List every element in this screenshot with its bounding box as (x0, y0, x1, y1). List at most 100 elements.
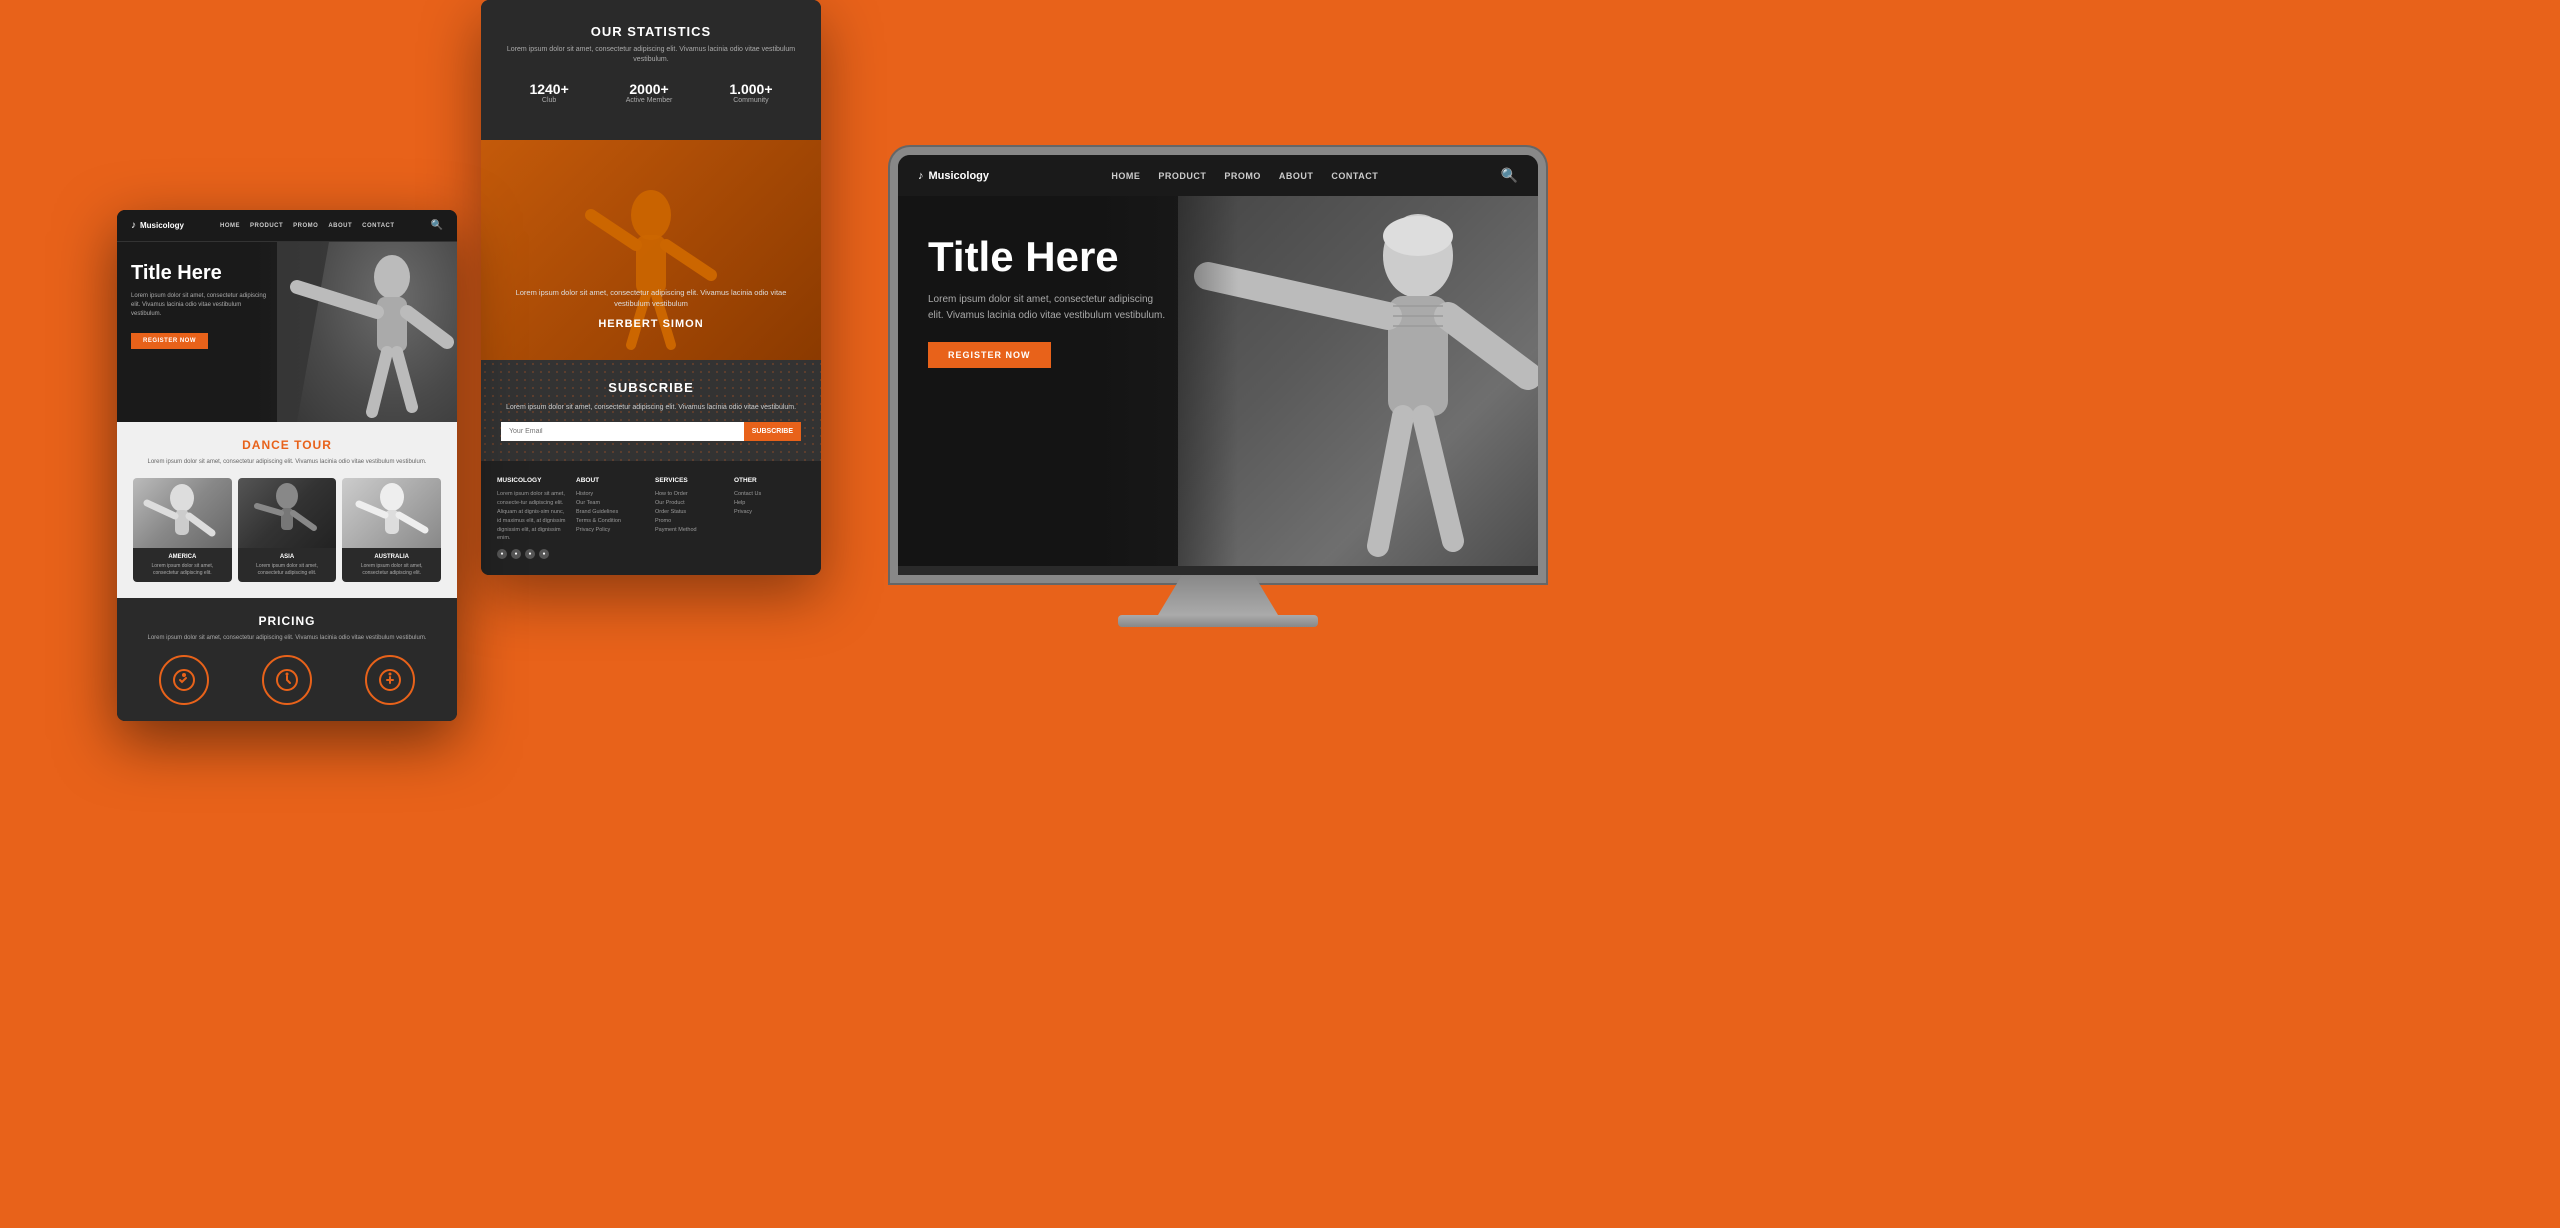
tour-card-asia-desc: Lorem ipsum dolor sit amet, consectetur … (244, 563, 331, 576)
subscribe-section: SUBSCRIBE Lorem ipsum dolor sit amet, co… (481, 360, 821, 462)
australia-person (342, 478, 441, 548)
stats-description: Lorem ipsum dolor sit amet, consectetur … (501, 45, 801, 65)
social-facebook[interactable]: ● (511, 549, 521, 559)
tour-card-asia-title: ASIA (244, 554, 331, 560)
desktop-hero: Title Here Lorem ipsum dolor sit amet, c… (898, 196, 1538, 566)
footer-musicology-title: MUSICOLOGY (497, 477, 568, 484)
tour-card-america: AMERICA Lorem ipsum dolor sit amet, cons… (133, 478, 232, 582)
desktop-nav-links: HOME PRODUCT PROMO ABOUT CONTACT (1111, 171, 1378, 181)
email-input[interactable] (501, 422, 744, 441)
desktop-hero-description: Lorem ipsum dolor sit amet, consectetur … (928, 292, 1168, 324)
social-instagram[interactable]: ● (497, 549, 507, 559)
tour-card-america-img (133, 478, 232, 548)
footer-col-other: OTHER Contact Us Help Privacy (734, 477, 805, 559)
footer-col-about: ABOUT History Our Team Brand Guidelines … (576, 477, 647, 559)
tour-cards: AMERICA Lorem ipsum dolor sit amet, cons… (133, 478, 441, 582)
footer-about-terms[interactable]: Terms & Condition (576, 517, 647, 526)
phone-logo: ♪ Musicology (131, 220, 184, 231)
desktop-hero-content: Title Here Lorem ipsum dolor sit amet, c… (928, 236, 1168, 368)
phone-register-button[interactable]: REGISTER NOW (131, 333, 208, 349)
phone-search-icon[interactable]: 🔍 (431, 220, 443, 231)
desktop-nav-home[interactable]: HOME (1111, 171, 1140, 181)
mobile-hero-description: Lorem ipsum dolor sit amet, consectetur … (481, 287, 821, 310)
tour-card-australia: AUSTRALIA Lorem ipsum dolor sit amet, co… (342, 478, 441, 582)
tour-card-australia-info: AUSTRALIA Lorem ipsum dolor sit amet, co… (342, 548, 441, 582)
social-twitter[interactable]: ● (525, 549, 535, 559)
footer-other-privacy[interactable]: Privacy (734, 508, 805, 517)
phone-nav-home[interactable]: HOME (220, 223, 240, 229)
stat-club: 1240+ Club (529, 81, 568, 104)
footer-services-promo[interactable]: Promo (655, 517, 726, 526)
footer-other-title: OTHER (734, 477, 805, 484)
music-note-icon: ♪ (131, 220, 136, 231)
footer-col-services: SERVICES How to Order Our Product Order … (655, 477, 726, 559)
footer-services-how[interactable]: How to Order (655, 490, 726, 499)
phone-nav-product[interactable]: PRODUCT (250, 223, 283, 229)
footer-services-order[interactable]: Order Status (655, 508, 726, 517)
tour-card-america-desc: Lorem ipsum dolor sit amet, consectetur … (139, 563, 226, 576)
pricing-title: PRICING (133, 614, 441, 628)
footer-services-payment[interactable]: Payment Method (655, 526, 726, 535)
tour-card-asia-img (238, 478, 337, 548)
footer-about-privacy[interactable]: Privacy Policy (576, 526, 647, 535)
desktop-nav-promo[interactable]: PROMO (1224, 171, 1261, 181)
mobile-hero-name: HERBERT SIMON (481, 318, 821, 330)
desktop-nav-product[interactable]: PRODUCT (1158, 171, 1206, 181)
stat-community: 1.000+ Community (729, 81, 772, 104)
pricing-description: Lorem ipsum dolor sit amet, consectetur … (133, 634, 441, 642)
desktop-register-button[interactable]: REGISTER NOW (928, 342, 1051, 368)
phone-hero-title: Title Here (131, 262, 271, 284)
footer-services-product[interactable]: Our Product (655, 499, 726, 508)
desktop-nav-contact[interactable]: CONTACT (1331, 171, 1378, 181)
phone-dancer (277, 242, 457, 422)
mobile-hero-overlay: Lorem ipsum dolor sit amet, consectetur … (481, 287, 821, 330)
stats-section: OUR STATISTICS Lorem ipsum dolor sit ame… (481, 0, 821, 140)
america-person (133, 478, 232, 548)
phone-hero: Title Here Lorem ipsum dolor sit amet, c… (117, 242, 457, 422)
phone-hero-description: Lorem ipsum dolor sit amet, consectetur … (131, 292, 271, 319)
dancer-figure (581, 165, 721, 360)
phone-nav-contact[interactable]: CONTACT (362, 223, 394, 229)
phone-hero-content: Title Here Lorem ipsum dolor sit amet, c… (131, 262, 271, 349)
subscribe-title: SUBSCRIBE (501, 380, 801, 395)
phone-nav-promo[interactable]: PROMO (293, 223, 318, 229)
dance-tour-description: Lorem ipsum dolor sit amet, consectetur … (133, 458, 441, 466)
footer-musicology-text: Lorem ipsum dolor sit amet, consecte-tur… (497, 490, 568, 543)
monitor-stand (1158, 575, 1278, 615)
tour-card-america-title: AMERICA (139, 554, 226, 560)
footer-about-title: ABOUT (576, 477, 647, 484)
monitor-base (1118, 615, 1318, 627)
stat-club-label: Club (529, 97, 568, 104)
desktop-nav: ♪ Musicology HOME PRODUCT PROMO ABOUT CO… (898, 155, 1538, 196)
footer-about-history[interactable]: History (576, 490, 647, 499)
stat-community-number: 1.000+ (729, 81, 772, 97)
footer-about-brand[interactable]: Brand Guidelines (576, 508, 647, 517)
desktop-search-icon[interactable]: 🔍 (1501, 167, 1518, 184)
footer-services-title: SERVICES (655, 477, 726, 484)
desktop-hero-title: Title Here (928, 236, 1168, 278)
desktop-monitor: ♪ Musicology HOME PRODUCT PROMO ABOUT CO… (878, 155, 1558, 655)
phone-nav: ♪ Musicology HOME PRODUCT PROMO ABOUT CO… (117, 210, 457, 242)
footer-about-team[interactable]: Our Team (576, 499, 647, 508)
footer-other-help[interactable]: Help (734, 499, 805, 508)
phone-nav-about[interactable]: ABOUT (328, 223, 352, 229)
mobile-footer: MUSICOLOGY Lorem ipsum dolor sit amet, c… (481, 461, 821, 575)
stat-member: 2000+ Active Member (626, 81, 673, 104)
monitor-screen: ♪ Musicology HOME PRODUCT PROMO ABOUT CO… (898, 155, 1538, 575)
tour-card-america-info: AMERICA Lorem ipsum dolor sit amet, cons… (133, 548, 232, 582)
social-linkedin[interactable]: ● (539, 549, 549, 559)
phone-nav-links: HOME PRODUCT PROMO ABOUT CONTACT (220, 223, 395, 229)
stat-member-number: 2000+ (626, 81, 673, 97)
footer-other-contact[interactable]: Contact Us (734, 490, 805, 499)
tour-card-asia: ASIA Lorem ipsum dolor sit amet, consect… (238, 478, 337, 582)
subscribe-description: Lorem ipsum dolor sit amet, consectetur … (501, 403, 801, 413)
pricing-icon-2 (262, 655, 312, 705)
stat-community-label: Community (729, 97, 772, 104)
asia-person (238, 478, 337, 548)
stats-title: OUR STATISTICS (501, 24, 801, 39)
pricing-icon-1 (159, 655, 209, 705)
tour-card-australia-img (342, 478, 441, 548)
subscribe-button[interactable]: SUBSCRIBE (744, 422, 801, 441)
desktop-nav-about[interactable]: ABOUT (1279, 171, 1314, 181)
tour-card-australia-desc: Lorem ipsum dolor sit amet, consectetur … (348, 563, 435, 576)
